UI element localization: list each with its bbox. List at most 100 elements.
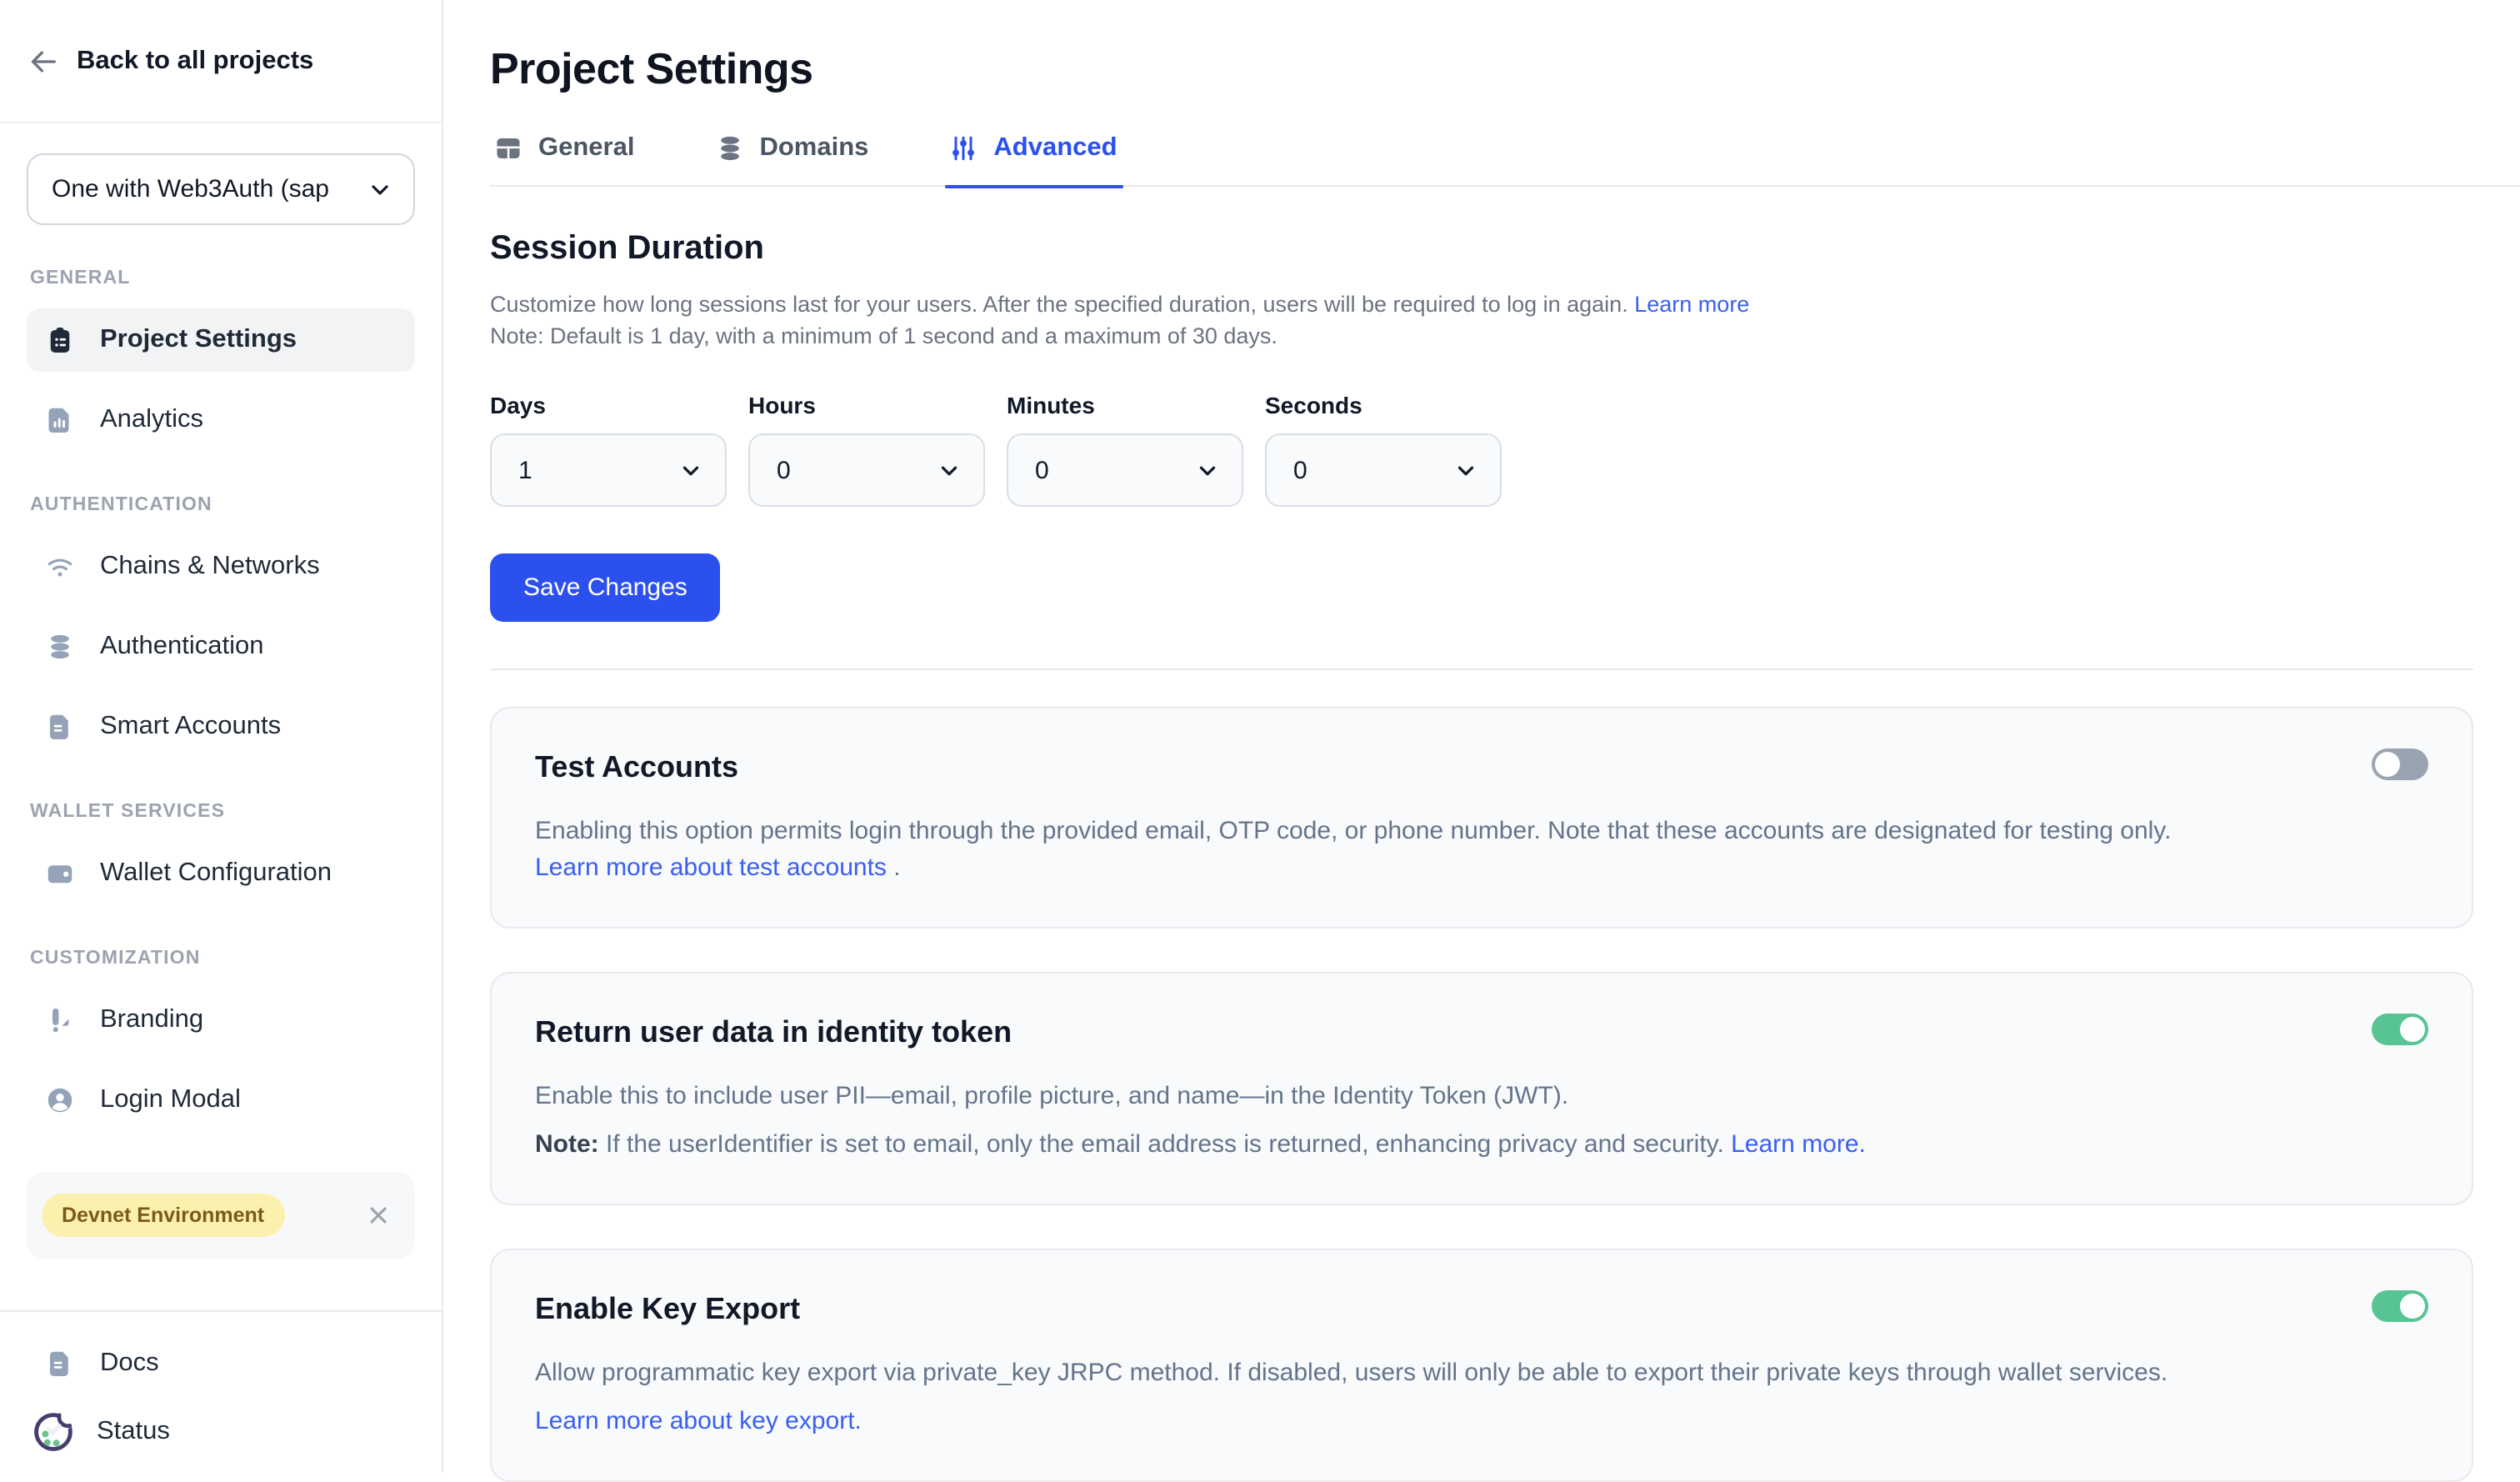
sidebar-item-label: Wallet Configuration	[100, 859, 332, 889]
wallet-icon	[45, 859, 75, 889]
key-export-title: Enable Key Export	[535, 1292, 2428, 1327]
page-title: Project Settings	[490, 43, 2520, 95]
environment-badge: Devnet Environment	[42, 1194, 284, 1237]
sidebar-item-label: Chains & Networks	[100, 552, 320, 582]
close-icon[interactable]	[365, 1202, 392, 1229]
sidebar-item-label: Login Modal	[100, 1085, 241, 1115]
days-select-value: 1	[518, 456, 532, 484]
analytics-file-icon	[45, 405, 75, 435]
key-export-learn-more-link[interactable]: Learn more about key export.	[535, 1406, 862, 1434]
identity-token-title: Return user data in identity token	[535, 1015, 2428, 1050]
session-note: Note: Default is 1 day, with a minimum o…	[490, 320, 2520, 352]
test-accounts-learn-more-link[interactable]: Learn more about test accounts	[535, 853, 887, 881]
session-duration-heading: Session Duration	[490, 230, 2520, 268]
tab-label: Domains	[759, 133, 868, 163]
tab-label: Advanced	[993, 133, 1117, 163]
note-text: If the userIdentifier is set to email, o…	[599, 1129, 1731, 1158]
chevron-down-icon	[1195, 458, 1220, 483]
hours-select-value: 0	[777, 456, 791, 484]
chevron-down-icon	[367, 176, 393, 203]
test-accounts-card: Test Accounts Enabling this option permi…	[490, 707, 2473, 929]
section-divider	[490, 668, 2473, 670]
sidebar-item-smart-accounts[interactable]: Smart Accounts	[27, 695, 415, 759]
database-icon	[45, 632, 75, 662]
minutes-select-value: 0	[1035, 456, 1049, 484]
sidebar-section-authentication: AUTHENTICATION	[30, 495, 412, 515]
sidebar: Back to all projects One with Web3Auth (…	[0, 0, 443, 1472]
identity-token-description: Enable this to include user PII—email, p…	[535, 1079, 2428, 1162]
project-selector[interactable]: One with Web3Auth (sap	[27, 153, 415, 225]
back-to-projects-button[interactable]: Back to all projects	[0, 0, 442, 123]
sidebar-item-label: Authentication	[100, 632, 264, 662]
chevron-down-icon	[678, 458, 703, 483]
main-content: Project Settings General Domains	[443, 0, 2520, 1472]
key-export-text: Allow programmatic key export via privat…	[535, 1355, 2428, 1391]
seconds-select[interactable]: 0	[1265, 433, 1502, 507]
toggle-knob	[2375, 752, 2400, 777]
note-label: Note:	[535, 1129, 599, 1158]
sidebar-item-label: Docs	[100, 1349, 159, 1379]
sidebar-item-chains-networks[interactable]: Chains & Networks	[27, 535, 415, 598]
sidebar-item-docs[interactable]: Docs	[27, 1332, 415, 1395]
sidebar-item-wallet-configuration[interactable]: Wallet Configuration	[27, 842, 415, 905]
arrow-left-icon	[27, 44, 60, 78]
user-circle-icon	[45, 1085, 75, 1115]
test-accounts-text-suffix: .	[887, 853, 901, 881]
identity-token-toggle[interactable]	[2372, 1014, 2428, 1045]
back-to-projects-label: Back to all projects	[77, 46, 313, 76]
seconds-select-value: 0	[1293, 456, 1308, 484]
session-learn-more-link[interactable]: Learn more	[1634, 292, 1749, 317]
days-select[interactable]: 1	[490, 433, 727, 507]
sliders-icon	[948, 133, 978, 163]
test-accounts-toggle[interactable]	[2372, 749, 2428, 780]
toggle-knob	[2400, 1017, 2425, 1042]
sidebar-item-project-settings[interactable]: Project Settings	[27, 308, 415, 372]
sidebar-item-label: Project Settings	[100, 325, 297, 355]
sidebar-item-status[interactable]: Status	[27, 1399, 415, 1465]
minutes-label: Minutes	[1007, 392, 1243, 418]
test-accounts-description: Enabling this option permits login throu…	[535, 814, 2188, 885]
test-accounts-text: Enabling this option permits login throu…	[535, 817, 2171, 845]
sidebar-item-label: Branding	[100, 1005, 203, 1035]
sidebar-item-branding[interactable]: Branding	[27, 989, 415, 1052]
sidebar-item-label: Smart Accounts	[100, 712, 281, 742]
key-export-card: Enable Key Export Allow programmatic key…	[490, 1249, 2473, 1482]
environment-card: Devnet Environment	[27, 1172, 415, 1259]
test-accounts-title: Test Accounts	[535, 750, 2428, 785]
status-cookie-icon	[30, 1409, 77, 1455]
wifi-icon	[45, 552, 75, 582]
save-changes-button[interactable]: Save Changes	[490, 553, 721, 622]
sidebar-item-label: Status	[97, 1417, 170, 1447]
identity-token-learn-more-link[interactable]: Learn more.	[1731, 1129, 1866, 1158]
branding-icon	[45, 1005, 75, 1035]
session-duration-description: Customize how long sessions last for you…	[490, 288, 2520, 352]
tab-label: General	[538, 133, 634, 163]
minutes-select[interactable]: 0	[1007, 433, 1243, 507]
identity-token-note: Note: If the userIdentifier is set to em…	[535, 1126, 2428, 1162]
hours-select[interactable]: 0	[748, 433, 985, 507]
clipboard-list-icon	[45, 325, 75, 355]
sidebar-section-general: GENERAL	[30, 268, 412, 288]
key-export-toggle[interactable]	[2372, 1290, 2428, 1322]
sidebar-item-login-modal[interactable]: Login Modal	[27, 1069, 415, 1132]
table-grid-icon	[493, 133, 523, 163]
sidebar-item-analytics[interactable]: Analytics	[27, 388, 415, 452]
days-label: Days	[490, 392, 727, 418]
seconds-label: Seconds	[1265, 392, 1502, 418]
database-icon	[714, 133, 744, 163]
toggle-knob	[2400, 1294, 2425, 1319]
identity-token-text: Enable this to include user PII—email, p…	[535, 1079, 2428, 1114]
key-export-description: Allow programmatic key export via privat…	[535, 1355, 2428, 1439]
tab-general[interactable]: General	[490, 130, 638, 185]
tab-bar: General Domains Adv	[490, 130, 2520, 187]
sidebar-section-customization: CUSTOMIZATION	[30, 949, 412, 969]
sidebar-item-label: Analytics	[100, 405, 203, 435]
app-root: Back to all projects One with Web3Auth (…	[0, 0, 2520, 1472]
tab-domains[interactable]: Domains	[711, 130, 872, 185]
identity-token-card: Return user data in identity token Enabl…	[490, 972, 2473, 1205]
sidebar-item-authentication[interactable]: Authentication	[27, 615, 415, 678]
duration-fields: Days 1 Hours 0 Minutes	[490, 392, 2520, 507]
tab-advanced[interactable]: Advanced	[945, 130, 1120, 185]
project-selector-value: One with Web3Auth (sap	[52, 175, 362, 203]
sidebar-section-wallet-services: WALLET SERVICES	[30, 802, 412, 822]
